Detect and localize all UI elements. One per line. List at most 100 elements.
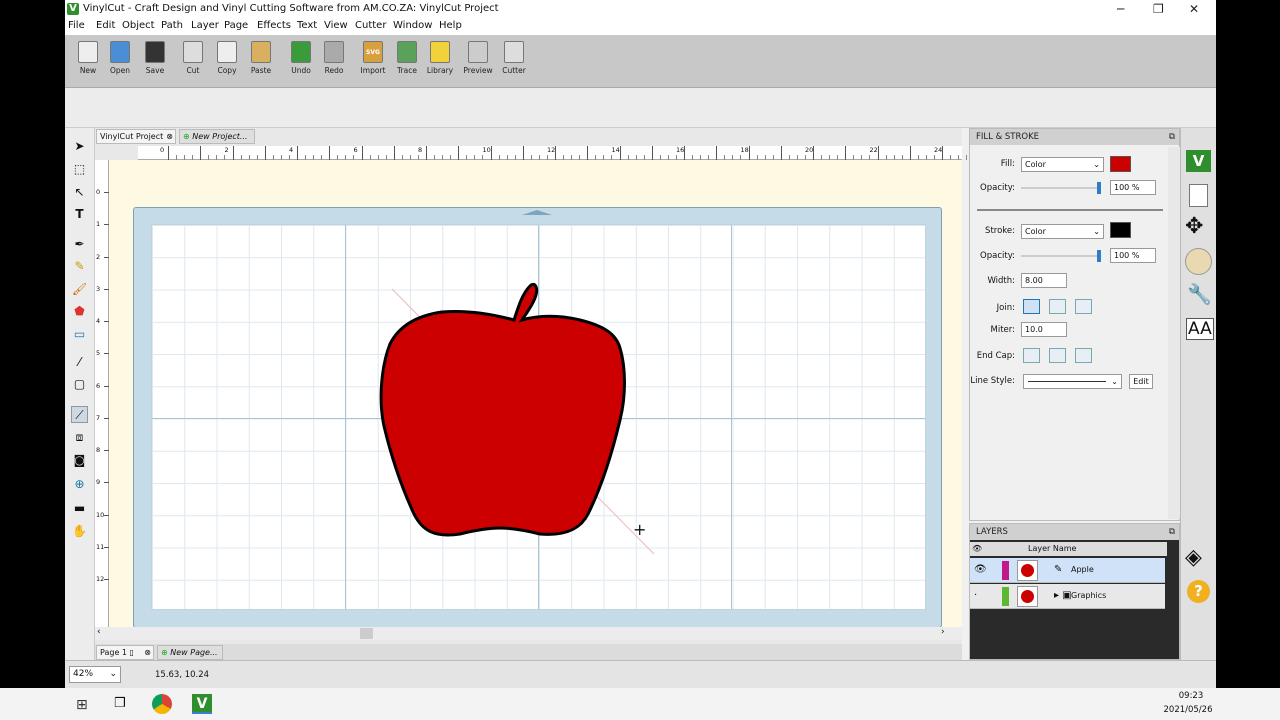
scroll-thumb[interactable] <box>360 628 373 639</box>
vinylcut-panel-icon[interactable]: V <box>1186 150 1211 172</box>
fill-color-swatch[interactable] <box>1110 156 1131 172</box>
eraser-tool-icon[interactable]: ⬟ <box>71 303 88 320</box>
round-cap-icon[interactable] <box>1049 348 1066 363</box>
brush-tool-icon[interactable]: 🖌 <box>71 281 88 298</box>
slider-thumb[interactable] <box>1097 182 1101 194</box>
stroke-opacity-slider[interactable] <box>1021 250 1101 262</box>
fill-tool-icon[interactable]: ▢ <box>71 376 88 393</box>
undo-button[interactable]: Undo <box>284 41 318 75</box>
close-page-icon[interactable]: ⊗ <box>144 646 151 659</box>
document-panel-icon[interactable] <box>1189 184 1208 207</box>
fill-type-select[interactable]: Color ⌄ <box>1021 157 1104 172</box>
stroke-type-select[interactable]: Color ⌄ <box>1021 224 1104 239</box>
layer-color-swatch[interactable] <box>1002 587 1009 606</box>
slider-thumb[interactable] <box>1097 250 1101 262</box>
node-tool-icon[interactable]: ⬚ <box>71 161 88 178</box>
miter-field[interactable]: 10.0 <box>1021 322 1067 337</box>
copy-button[interactable]: Copy <box>210 41 244 75</box>
close-tab-icon[interactable]: ⊗ <box>166 130 173 143</box>
trace-button[interactable]: Trace <box>390 41 424 75</box>
restore-icon[interactable]: ❐ <box>1153 2 1164 16</box>
edit-line-style-button[interactable]: Edit <box>1129 374 1153 389</box>
stroke-opacity-field[interactable]: 100 % <box>1110 248 1156 263</box>
paste-button[interactable]: Paste <box>244 41 278 75</box>
menu-window[interactable]: Window <box>393 20 432 31</box>
layer-row[interactable]: 👁 ✎ Apple <box>970 558 1165 583</box>
tab-new-project[interactable]: ⊕ New Project... <box>179 129 255 144</box>
menu-page[interactable]: Page <box>224 20 248 31</box>
measure-tool-icon[interactable]: ▬ <box>71 500 88 517</box>
document-area: VinylCut Project ⊗ ⊕ New Project... 0246… <box>95 128 968 660</box>
palette-panel-icon[interactable] <box>1185 248 1212 275</box>
stroke-color-swatch[interactable] <box>1110 222 1131 238</box>
task-view-icon[interactable]: ❒ <box>114 696 126 711</box>
fill-opacity-field[interactable]: 100 % <box>1110 180 1156 195</box>
rectangle-tool-icon[interactable]: ▭ <box>71 326 88 343</box>
menu-object[interactable]: Object <box>122 20 155 31</box>
zoom-tool-icon[interactable]: ⊕ <box>71 476 88 493</box>
cut-button[interactable]: Cut <box>176 41 210 75</box>
move-panel-icon[interactable]: ✥ <box>1185 214 1203 239</box>
layer-row[interactable]: · ▸ ▣ Graphics <box>970 584 1165 609</box>
scroll-right-icon[interactable]: › <box>941 627 945 637</box>
horizontal-scrollbar[interactable]: ‹ › <box>95 627 962 640</box>
open-button[interactable]: Open <box>103 41 137 75</box>
scroll-left-icon[interactable]: ‹ <box>97 627 101 637</box>
eye-icon[interactable]: · <box>974 590 977 601</box>
square-cap-icon[interactable] <box>1075 348 1092 363</box>
panel-scrollbar[interactable] <box>1168 147 1180 519</box>
menu-text[interactable]: Text <box>297 20 317 31</box>
zoom-select[interactable]: 42% ⌄ <box>69 666 121 683</box>
menu-help[interactable]: Help <box>439 20 462 31</box>
apple-shape[interactable] <box>134 208 943 629</box>
minimize-icon[interactable]: ─ <box>1117 2 1124 16</box>
hand-tool-icon[interactable]: ✋ <box>71 523 88 540</box>
canvas[interactable]: + <box>109 160 962 632</box>
fill-opacity-slider[interactable] <box>1021 182 1101 194</box>
weld-tool-icon[interactable]: ◙ <box>71 452 88 469</box>
bevel-join-icon[interactable] <box>1075 299 1092 314</box>
stroke-width-field[interactable]: 8.00 <box>1021 273 1067 288</box>
pen-tool-icon[interactable]: ✒ <box>71 236 88 253</box>
close-icon[interactable]: ✕ <box>1189 2 1199 16</box>
butt-cap-icon[interactable] <box>1023 348 1040 363</box>
import-button[interactable]: SVG Import <box>356 41 390 75</box>
menu-layer[interactable]: Layer <box>191 20 219 31</box>
select-tool-icon[interactable]: ➤ <box>71 138 88 155</box>
text-panel-icon[interactable]: AA <box>1186 318 1214 340</box>
menu-path[interactable]: Path <box>161 20 183 31</box>
menu-file[interactable]: File <box>68 20 85 31</box>
round-join-icon[interactable] <box>1049 299 1066 314</box>
menu-edit[interactable]: Edit <box>96 20 115 31</box>
redo-button[interactable]: Redo <box>317 41 351 75</box>
miter-join-icon[interactable] <box>1023 299 1040 314</box>
menu-effects[interactable]: Effects <box>257 20 291 31</box>
tab-page-1[interactable]: Page 1 ▯ ⊗ <box>96 645 154 660</box>
transform-tool-icon[interactable]: ⧈ <box>71 429 88 446</box>
library-button[interactable]: Library <box>423 41 457 75</box>
chrome-icon[interactable] <box>152 694 172 714</box>
eye-icon[interactable]: 👁 <box>974 564 987 575</box>
layer-color-swatch[interactable] <box>1002 561 1009 580</box>
menu-view[interactable]: View <box>324 20 348 31</box>
cutter-button[interactable]: Cutter <box>497 41 531 75</box>
new-button[interactable]: New <box>71 41 105 75</box>
preview-button[interactable]: Preview <box>461 41 495 75</box>
windows-start-icon[interactable]: ⊞ <box>76 697 88 713</box>
text-tool-icon[interactable]: T <box>71 206 88 223</box>
pencil-tool-icon[interactable]: ✎ <box>71 258 88 275</box>
layers-panel-icon[interactable]: ◈ <box>1185 545 1202 570</box>
help-icon[interactable]: ? <box>1187 580 1210 603</box>
eyedropper-tool-icon[interactable]: ⁄ <box>71 354 88 371</box>
panel-options-icon[interactable]: ⧉ <box>1169 524 1175 540</box>
tools-panel-icon[interactable]: 🔧 <box>1187 282 1212 306</box>
direct-select-icon[interactable]: ↖ <box>71 184 88 201</box>
line-style-select[interactable]: ⌄ <box>1023 374 1122 389</box>
knife-tool-icon[interactable]: ⟋ <box>71 406 88 423</box>
tab-vinylcut-project[interactable]: VinylCut Project ⊗ <box>96 129 176 144</box>
vinylcut-taskbar-icon[interactable]: V <box>192 694 212 714</box>
panel-options-icon[interactable]: ⧉ <box>1169 129 1175 145</box>
menu-cutter[interactable]: Cutter <box>355 20 386 31</box>
save-button[interactable]: Save <box>138 41 172 75</box>
tab-new-page[interactable]: ⊕ New Page... <box>157 645 223 660</box>
